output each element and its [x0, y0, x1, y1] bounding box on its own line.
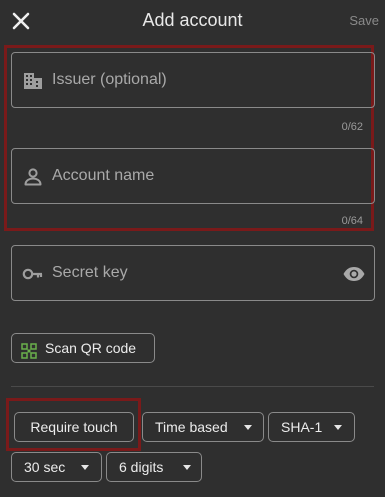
- algorithm-dropdown[interactable]: SHA-1: [268, 412, 355, 442]
- period-value: 30 sec: [24, 459, 66, 475]
- person-icon: [22, 166, 44, 188]
- algorithm-value: SHA-1: [281, 419, 323, 435]
- otp-type-value: Time based: [155, 419, 228, 435]
- highlight-annotation-touch: [6, 398, 141, 451]
- account-name-field[interactable]: Account name: [11, 148, 375, 204]
- chevron-down-icon: [244, 425, 252, 430]
- period-dropdown[interactable]: 30 sec: [11, 452, 102, 482]
- eye-icon[interactable]: [342, 262, 366, 286]
- secret-key-field[interactable]: Secret key: [11, 245, 375, 301]
- secret-key-placeholder: Secret key: [52, 264, 128, 281]
- save-button[interactable]: Save: [349, 13, 379, 28]
- issuer-char-counter: 0/62: [341, 121, 363, 133]
- issuer-field[interactable]: Issuer (optional): [11, 52, 375, 108]
- header: Add account Save: [0, 0, 385, 42]
- chevron-down-icon: [183, 465, 191, 470]
- chevron-down-icon: [81, 465, 89, 470]
- otp-type-dropdown[interactable]: Time based: [142, 412, 264, 442]
- chevron-down-icon: [334, 425, 342, 430]
- qr-code-icon: [21, 340, 37, 359]
- account-name-placeholder: Account name: [52, 167, 155, 184]
- scan-qr-code-button[interactable]: Scan QR code: [11, 333, 155, 363]
- key-icon: [22, 263, 44, 285]
- account-name-char-counter: 0/64: [341, 215, 363, 227]
- scan-qr-code-label: Scan QR code: [45, 340, 137, 356]
- issuer-placeholder: Issuer (optional): [52, 71, 167, 88]
- page-title: Add account: [142, 10, 243, 30]
- building-icon: [22, 70, 44, 92]
- digits-value: 6 digits: [119, 459, 164, 475]
- divider: [11, 386, 374, 387]
- digits-dropdown[interactable]: 6 digits: [106, 452, 202, 482]
